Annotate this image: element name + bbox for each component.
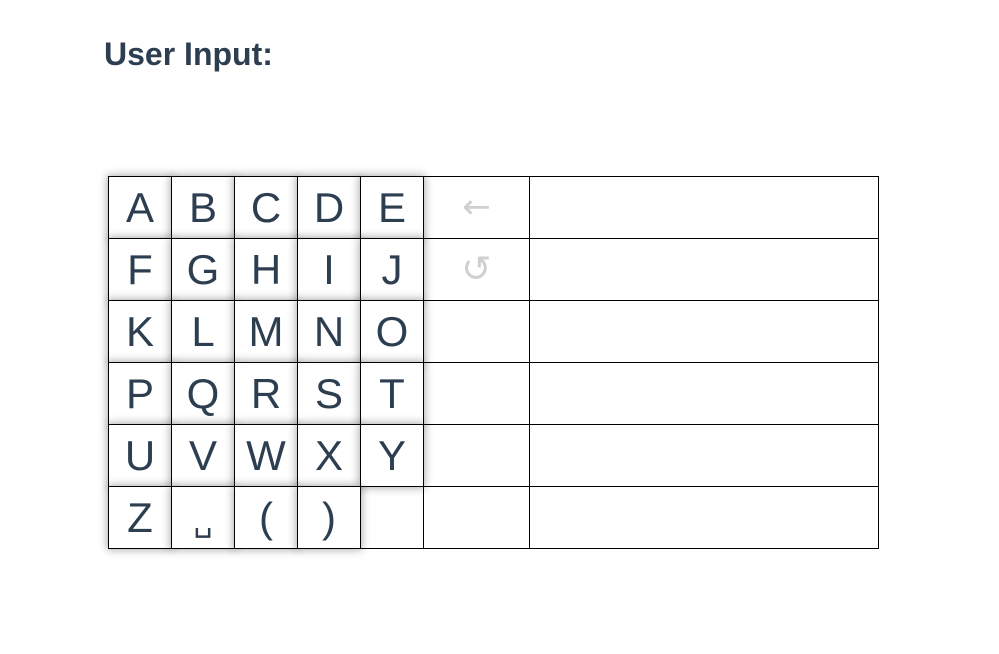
key-space[interactable]: ␣ bbox=[172, 487, 234, 548]
key-g[interactable]: G bbox=[172, 239, 234, 300]
key-d[interactable]: D bbox=[298, 177, 360, 238]
key-t[interactable]: T bbox=[361, 363, 423, 424]
backspace-icon[interactable]: ← bbox=[424, 177, 529, 238]
key-c[interactable]: C bbox=[235, 177, 297, 238]
input-line-2 bbox=[529, 238, 879, 301]
key-k[interactable]: K bbox=[109, 301, 171, 362]
reset-icon[interactable]: ↺ bbox=[424, 242, 529, 298]
empty-cell bbox=[423, 300, 530, 363]
empty-cell bbox=[423, 362, 530, 425]
key-b[interactable]: B bbox=[172, 177, 234, 238]
input-line-6 bbox=[529, 486, 879, 549]
key-y[interactable]: Y bbox=[361, 425, 423, 486]
key-e[interactable]: E bbox=[361, 177, 423, 238]
empty-cell bbox=[360, 486, 424, 549]
key-m[interactable]: M bbox=[235, 301, 297, 362]
keyboard-row: Z ␣ ( ) bbox=[108, 486, 879, 549]
key-close-paren[interactable]: ) bbox=[298, 487, 360, 548]
key-a[interactable]: A bbox=[109, 177, 171, 238]
input-line-4 bbox=[529, 362, 879, 425]
keyboard-row: K L M N O bbox=[108, 300, 879, 363]
keyboard-row: A B C D E ← bbox=[108, 176, 879, 239]
key-open-paren[interactable]: ( bbox=[235, 487, 297, 548]
key-v[interactable]: V bbox=[172, 425, 234, 486]
empty-cell bbox=[423, 424, 530, 487]
keyboard-grid: A B C D E ← F G H I J ↺ K L M N O P Q R … bbox=[108, 176, 879, 549]
key-j[interactable]: J bbox=[361, 239, 423, 300]
key-h[interactable]: H bbox=[235, 239, 297, 300]
keyboard-row: U V W X Y bbox=[108, 424, 879, 487]
input-line-1 bbox=[529, 176, 879, 239]
input-line-3 bbox=[529, 300, 879, 363]
key-o[interactable]: O bbox=[361, 301, 423, 362]
key-l[interactable]: L bbox=[172, 301, 234, 362]
key-u[interactable]: U bbox=[109, 425, 171, 486]
key-f[interactable]: F bbox=[109, 239, 171, 300]
key-w[interactable]: W bbox=[235, 425, 297, 486]
page-title: User Input: bbox=[104, 36, 273, 72]
keyboard-row: F G H I J ↺ bbox=[108, 238, 879, 301]
input-line-5 bbox=[529, 424, 879, 487]
keyboard-row: P Q R S T bbox=[108, 362, 879, 425]
key-i[interactable]: I bbox=[298, 239, 360, 300]
key-s[interactable]: S bbox=[298, 363, 360, 424]
key-z[interactable]: Z bbox=[109, 487, 171, 548]
empty-cell bbox=[423, 486, 530, 549]
key-r[interactable]: R bbox=[235, 363, 297, 424]
key-q[interactable]: Q bbox=[172, 363, 234, 424]
key-x[interactable]: X bbox=[298, 425, 360, 486]
key-n[interactable]: N bbox=[298, 301, 360, 362]
key-p[interactable]: P bbox=[109, 363, 171, 424]
